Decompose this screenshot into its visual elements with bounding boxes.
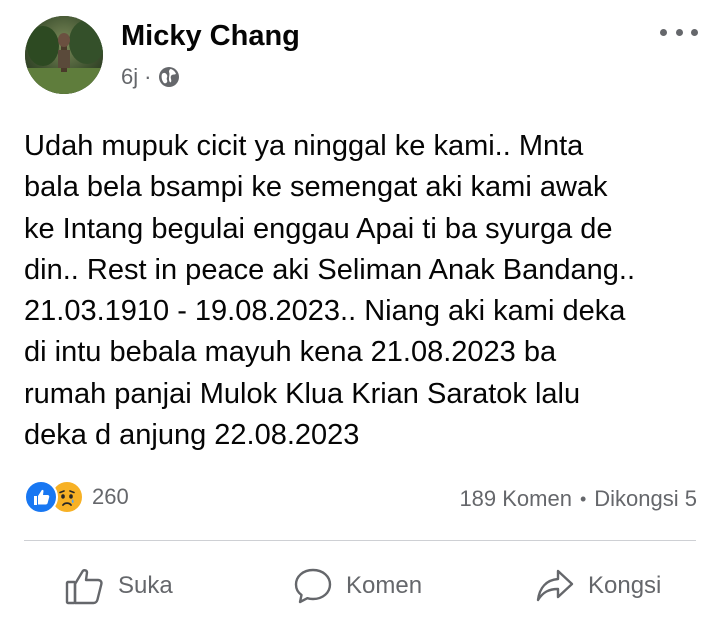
post-timestamp[interactable]: 6j xyxy=(121,64,138,90)
avatar-photo xyxy=(25,16,103,94)
meta-separator: · xyxy=(144,64,152,89)
comment-button[interactable]: Komen xyxy=(292,565,422,607)
more-dot xyxy=(660,28,667,36)
post-text-line: 21.03.1910 - 19.08.2023.. Niang aki kami… xyxy=(24,295,626,328)
post-text-line: ke Intang begulai enggau Apai ti ba syur… xyxy=(24,212,613,245)
more-dot xyxy=(675,28,683,36)
divider xyxy=(24,540,696,541)
comment-bubble-icon xyxy=(294,568,332,604)
post-text-line: din.. Rest in peace aki Seliman Anak Ban… xyxy=(24,253,635,286)
comment-count-link[interactable]: 189 Komen xyxy=(459,486,572,512)
post-text: Udah mupuk cicit ya ninggal ke kami.. Mn… xyxy=(24,126,700,456)
comment-button-label: Komen xyxy=(346,572,423,599)
post-text-line: bala bela bsampi ke semengat aki kami aw… xyxy=(24,171,608,204)
post-text-line: di intu bebala mayuh kena 21.08.2023 ba xyxy=(24,336,557,369)
share-arrow-icon xyxy=(536,569,574,602)
globe-icon[interactable] xyxy=(158,66,180,88)
reaction-count: 260 xyxy=(92,484,129,509)
more-dot xyxy=(691,28,698,36)
post-text-line: Udah mupuk cicit ya ninggal ke kami.. Mn… xyxy=(24,130,584,162)
like-button[interactable]: Suka xyxy=(64,565,173,607)
reactions-summary[interactable]: 260 xyxy=(24,480,129,514)
share-button[interactable]: Kongsi xyxy=(534,565,661,607)
like-reaction-icon xyxy=(24,480,58,514)
share-button-label: Kongsi xyxy=(588,572,662,599)
post-text-line: deka d anjung 22.08.2023 xyxy=(24,419,360,452)
share-count-link[interactable]: Dikongsi 5 xyxy=(594,486,697,512)
like-button-label: Suka xyxy=(118,572,173,599)
author-name[interactable]: Micky Chang xyxy=(121,20,300,53)
post-meta: 6j · xyxy=(121,64,180,90)
post-card: Micky Chang 6j · Udah mupuk cicit ya nin… xyxy=(0,0,720,626)
post-stats: 189 Komen • Dikongsi 5 xyxy=(459,486,697,512)
post-text-line: rumah panjai Mulok Klua Krian Saratok la… xyxy=(24,377,581,410)
thumbs-up-icon xyxy=(65,569,103,605)
avatar[interactable] xyxy=(25,16,103,94)
more-options-icon[interactable] xyxy=(660,22,698,42)
stats-separator: • xyxy=(579,488,587,509)
